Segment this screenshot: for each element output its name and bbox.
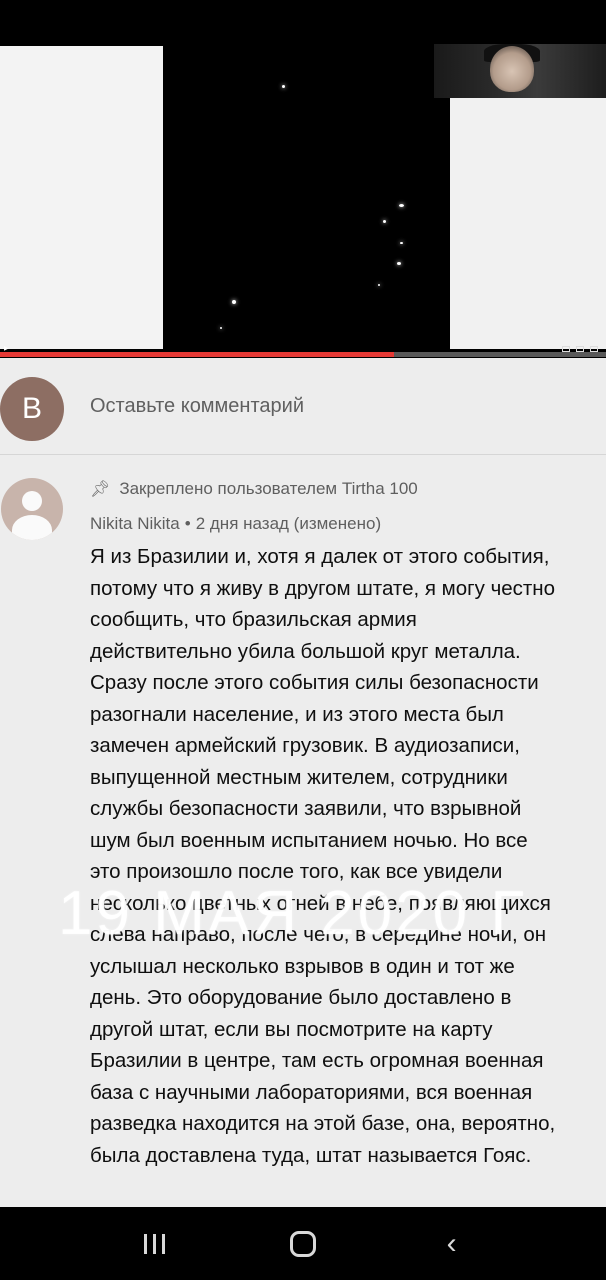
home-button[interactable]	[273, 1230, 333, 1257]
back-icon: ‹	[446, 1226, 457, 1260]
night-light	[400, 242, 403, 244]
comment-item: 📌︎ Закреплено пользователем Tirtha 100 N…	[0, 455, 606, 1207]
comment-line: службы безопасности заявили, что взрывно…	[90, 797, 522, 820]
comment-line: разведка находится на этой базе, она, ве…	[90, 1112, 556, 1135]
comment-line: услышал несколько взрывов в один и тот ж…	[90, 954, 515, 978]
navigation-bar: ‹	[0, 1207, 606, 1280]
comment-line: Я из Бразилии и, хотя я далек от этого с…	[90, 545, 550, 568]
comment-line: шум был военным испытанием ночью. Но все	[90, 828, 528, 852]
comment-line: действительно убила большой круг металла…	[90, 639, 521, 663]
comment-line: Сразу после этого события силы безопасно…	[90, 671, 539, 694]
progress-fill	[0, 352, 394, 357]
night-light	[232, 300, 236, 304]
time-display: ▶	[4, 346, 9, 352]
date-watermark: 19 МАЯ 2020 Г	[58, 879, 527, 948]
add-comment-row[interactable]: B Оставьте комментарий	[0, 358, 606, 454]
avatar[interactable]	[1, 478, 63, 540]
night-light	[397, 262, 401, 265]
progress-bar[interactable]	[0, 352, 606, 357]
night-light	[383, 220, 386, 223]
author-name[interactable]: Nikita Nikita	[90, 514, 180, 533]
comment-time: 2 дня назад (изменено)	[195, 514, 382, 533]
webcam-overlay	[434, 44, 606, 98]
meta-separator: •	[184, 514, 191, 533]
avatar-body	[12, 515, 52, 540]
comment-text: Я из Бразилии и, хотя я далек от этого с…	[90, 541, 602, 1171]
pin-icon: 📌︎	[90, 481, 111, 498]
comment-line: выпущенной местным жителем, сотрудники	[90, 765, 508, 789]
comment-line: замечен армейский грузовик. В аудиозапис…	[90, 734, 520, 757]
video-right-panel	[450, 98, 606, 349]
comment-input[interactable]: Оставьте комментарий	[90, 395, 304, 418]
back-button[interactable]: ‹	[422, 1227, 482, 1261]
night-light	[282, 85, 285, 88]
avatar[interactable]: B	[0, 377, 64, 441]
status-bar	[0, 0, 606, 44]
comment-line: потому что я живу в другом штате, я могу…	[90, 576, 556, 600]
comment-line: разогнали население, и из этого места бы…	[90, 702, 504, 726]
home-icon	[289, 1230, 316, 1257]
video-left-panel	[0, 46, 163, 349]
comment-line: день. Это оборудование было доставлено в	[90, 986, 512, 1009]
night-light	[399, 204, 404, 207]
comment-meta: Nikita Nikita • 2 дня назад (изменено)	[90, 514, 381, 534]
webcam-face	[490, 46, 534, 92]
recents-button[interactable]	[124, 1233, 184, 1254]
comment-line: база с научными лабораториями, вся военн…	[90, 1080, 533, 1104]
recents-icon	[124, 1233, 184, 1254]
night-light	[220, 327, 222, 329]
night-light	[378, 284, 380, 286]
pinned-text: Закреплено пользователем Tirtha 100	[119, 479, 418, 498]
avatar-head	[22, 491, 42, 511]
comment-line: сообщить, что бразильская армия	[90, 608, 417, 631]
pinned-label: 📌︎ Закреплено пользователем Tirtha 100	[90, 479, 418, 499]
comment-line: другой штат, если вы посмотрите на карту	[90, 1017, 493, 1041]
comment-line: была доставлена туда, штат называется Го…	[90, 1143, 532, 1167]
comment-line: Бразилии в центре, там есть огромная вое…	[90, 1049, 544, 1072]
video-player[interactable]: ▶	[0, 44, 606, 358]
